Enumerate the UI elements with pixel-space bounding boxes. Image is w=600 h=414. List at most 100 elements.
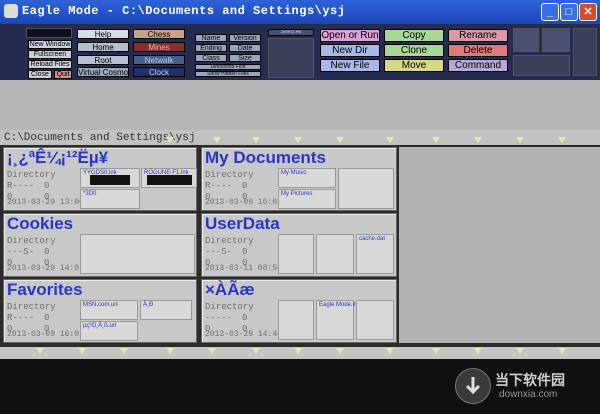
directory-panel-background — [0, 80, 600, 136]
border-arrow-icon — [474, 137, 482, 143]
border-arrow-icon — [78, 348, 86, 354]
file-tile[interactable] — [316, 234, 354, 274]
clipboard-area — [513, 28, 539, 52]
sort-version-button[interactable]: Version — [229, 34, 261, 42]
info-panel — [513, 55, 570, 76]
border-arrow-icon — [213, 137, 221, 143]
new-dir-button[interactable]: New Dir — [320, 44, 380, 57]
watermark-text: 当下软件园 — [495, 372, 565, 388]
directory-name: Cookies — [7, 214, 74, 233]
file-tile[interactable]: My Music — [278, 168, 336, 188]
clone-button[interactable]: Clone — [384, 44, 444, 57]
border-arrow-icon — [432, 137, 440, 143]
netwalk-button[interactable]: Netwalk — [133, 55, 185, 65]
root-button[interactable]: Root — [77, 55, 129, 65]
file-tile[interactable]: cache.dat — [356, 234, 394, 274]
directory-type: Directory — [7, 236, 56, 246]
file-tile[interactable] — [278, 234, 314, 274]
selection-info — [268, 38, 314, 78]
select-all-button[interactable]: Select All — [268, 29, 314, 36]
border-arrow-icon — [558, 137, 566, 143]
border-arrow-icon — [166, 137, 174, 143]
sort-date-button[interactable]: Date — [229, 44, 261, 52]
directory-type: Directory — [205, 170, 254, 180]
delete-button[interactable]: Delete — [448, 44, 508, 57]
copy-button[interactable]: Copy — [384, 29, 444, 42]
directory-size: 0 — [242, 313, 248, 323]
show-hidden-toggle[interactable]: Show Hidden Files — [195, 71, 261, 77]
file-tile[interactable] — [338, 168, 394, 209]
open-or-run-button[interactable]: Open or Run — [320, 29, 380, 42]
directory-size: 0 — [44, 181, 50, 191]
mines-button[interactable]: Mines — [133, 42, 185, 52]
clock-button[interactable]: Clock — [133, 67, 185, 77]
virtual-cosmos-button[interactable]: Virtual Cosmos — [77, 67, 129, 77]
directory-flags: R---- — [7, 181, 35, 191]
title-bar[interactable]: Eagle Mode - C:\Documents and Settings\y… — [0, 0, 600, 24]
rename-button[interactable]: Rename — [448, 29, 508, 42]
move-button[interactable]: Move — [384, 59, 444, 72]
file-tile[interactable]: MSN.com.url — [80, 300, 138, 320]
file-tile[interactable] — [278, 300, 314, 340]
directory-name: UserData — [205, 214, 280, 233]
window-title: Eagle Mode - C:\Documents and Settings\y… — [22, 4, 346, 18]
border-arrow-icon — [516, 137, 524, 143]
fullscreen-button[interactable]: Fullscreen — [28, 50, 72, 59]
file-preview — [90, 175, 130, 185]
file-preview — [147, 175, 192, 185]
directories-first-toggle[interactable]: Directories First — [195, 64, 261, 70]
border-arrow-icon — [166, 348, 174, 354]
border-arrow-icon — [120, 348, 128, 354]
watermark: 当下软件园 downxia.com — [455, 366, 595, 406]
new-window-button[interactable]: New Window — [28, 40, 72, 49]
chess-button[interactable]: Chess — [133, 29, 185, 39]
directory-tile[interactable]: ×ÀÃæ Directory ----- 0 0 0 2013-03-29 14… — [201, 279, 397, 343]
zoom-controls[interactable] — [542, 28, 570, 52]
help-button[interactable]: Help — [77, 29, 129, 39]
sort-name-button[interactable]: Name — [195, 34, 227, 42]
border-arrow-icon — [558, 348, 566, 354]
home-button[interactable]: Home — [77, 42, 129, 52]
directory-size: 0 — [44, 247, 50, 257]
directory-flags: R---- — [205, 181, 233, 191]
directory-name: ¡¸¿ªÊ¼¡¹²Ëµ¥ — [7, 148, 109, 167]
file-tile[interactable]: My Pictures — [278, 189, 336, 209]
command-button[interactable]: Command — [448, 59, 508, 72]
close-button[interactable]: ✕ — [579, 3, 597, 21]
download-icon — [455, 368, 491, 404]
file-tile[interactable]: µç³Ö¸Â¸ß.url — [80, 321, 138, 341]
directory-type: Directory — [7, 170, 56, 180]
eagle-mode-window: Eagle Mode - C:\Documents and Settings\y… — [0, 0, 600, 414]
file-tile[interactable]: *3D0 — [80, 189, 140, 209]
cookie-file-list[interactable] — [80, 234, 195, 274]
border-arrow-icon — [336, 137, 344, 143]
minimize-button[interactable]: _ — [541, 3, 559, 21]
quit-button[interactable]: Quit — [54, 70, 72, 79]
border-arrow-icon — [336, 348, 344, 354]
new-file-button[interactable]: New File — [320, 59, 380, 72]
directory-flags: ---S- — [7, 247, 35, 257]
close-view-button[interactable]: Close — [28, 70, 52, 79]
directory-tile[interactable]: My Documents Directory R---- 0 0 0 2013-… — [201, 147, 397, 211]
reload-files-button[interactable]: Reload Files — [28, 60, 72, 69]
directory-name: ×ÀÃæ — [205, 280, 255, 299]
directory-tile[interactable]: UserData Directory ---S- 0 0 0 2013-03-1… — [201, 213, 397, 277]
directory-tile[interactable]: Cookies Directory ---S- 0 0 0 2013-03-29… — [3, 213, 197, 277]
sort-ending-button[interactable]: Ending — [195, 44, 227, 52]
directory-size: 0 — [242, 247, 248, 257]
border-arrow-icon — [386, 137, 394, 143]
file-tile[interactable] — [356, 300, 394, 340]
directory-type: Directory — [205, 302, 254, 312]
eagle-app-icon — [4, 4, 18, 18]
border-arrow-icon — [474, 348, 482, 354]
file-tile[interactable]: Eagle Mode.lnk — [316, 300, 360, 340]
directory-flags: ----- — [205, 313, 233, 323]
directory-tile[interactable]: Favorites Directory R---- 0 0 0 2013-03-… — [3, 279, 197, 343]
watermark-url: downxia.com — [499, 389, 558, 400]
maximize-button[interactable]: □ — [560, 3, 578, 21]
border-arrow-icon — [294, 348, 302, 354]
sort-size-button[interactable]: Size — [229, 54, 261, 62]
file-tile[interactable]: Ã¸Ð — [140, 300, 192, 320]
directory-tile[interactable]: ¡¸¿ªÊ¼¡¹²Ëµ¥ Directory R---- 0 0 0 2013-… — [3, 147, 197, 211]
sort-class-button[interactable]: Class — [195, 54, 227, 62]
